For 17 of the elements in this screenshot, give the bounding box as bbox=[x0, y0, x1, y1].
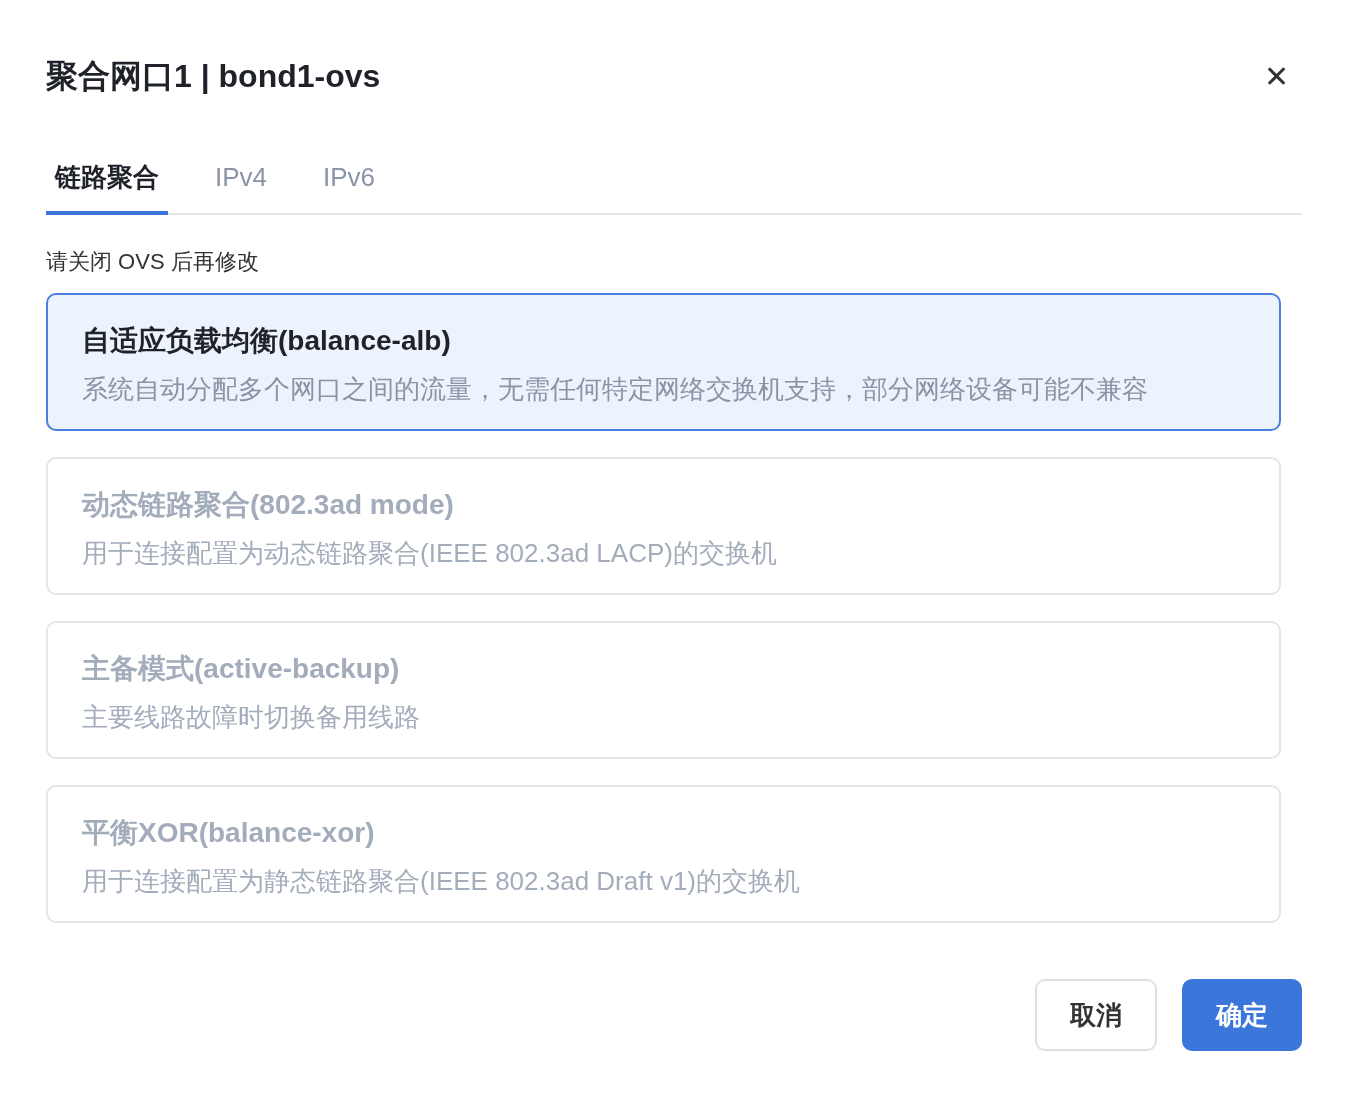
option-card[interactable]: 自适应负载均衡(balance-alb) 系统自动分配多个网口之间的流量，无需任何特定网络交换机支持，部分网络设备可能不兼容 bbox=[46, 293, 1281, 431]
option-title: 主备模式(active-backup) bbox=[82, 652, 401, 686]
close-button[interactable]: ✕ bbox=[1256, 56, 1296, 96]
option-description: 用于连接配置为静态链路聚合(IEEE 802.3ad Draft v1)的交换机 bbox=[82, 865, 802, 898]
option-description: 系统自动分配多个网口之间的流量，无需任何特定网络交换机支持，部分网络设备可能不兼容 bbox=[82, 373, 1149, 406]
tab[interactable]: IPv4 bbox=[206, 158, 277, 215]
option-title: 动态链路聚合(802.3ad mode) bbox=[82, 488, 455, 522]
option-title: 自适应负载均衡(balance-alb) bbox=[82, 324, 452, 358]
tab[interactable]: IPv6 bbox=[314, 158, 385, 215]
cancel-button[interactable]: 取消 bbox=[1035, 979, 1157, 1051]
option-description: 主要线路故障时切换备用线路 bbox=[82, 701, 421, 734]
tab[interactable]: 链路聚合 bbox=[46, 158, 168, 215]
option-title: 平衡XOR(balance-xor) bbox=[82, 816, 376, 850]
confirm-button[interactable]: 确定 bbox=[1182, 979, 1302, 1051]
option-description: 用于连接配置为动态链路聚合(IEEE 802.3ad LACP)的交换机 bbox=[82, 537, 778, 570]
dialog-title: 聚合网口1 | bond1-ovs bbox=[46, 57, 381, 96]
notice-text: 请关闭 OVS 后再修改 bbox=[46, 248, 260, 276]
